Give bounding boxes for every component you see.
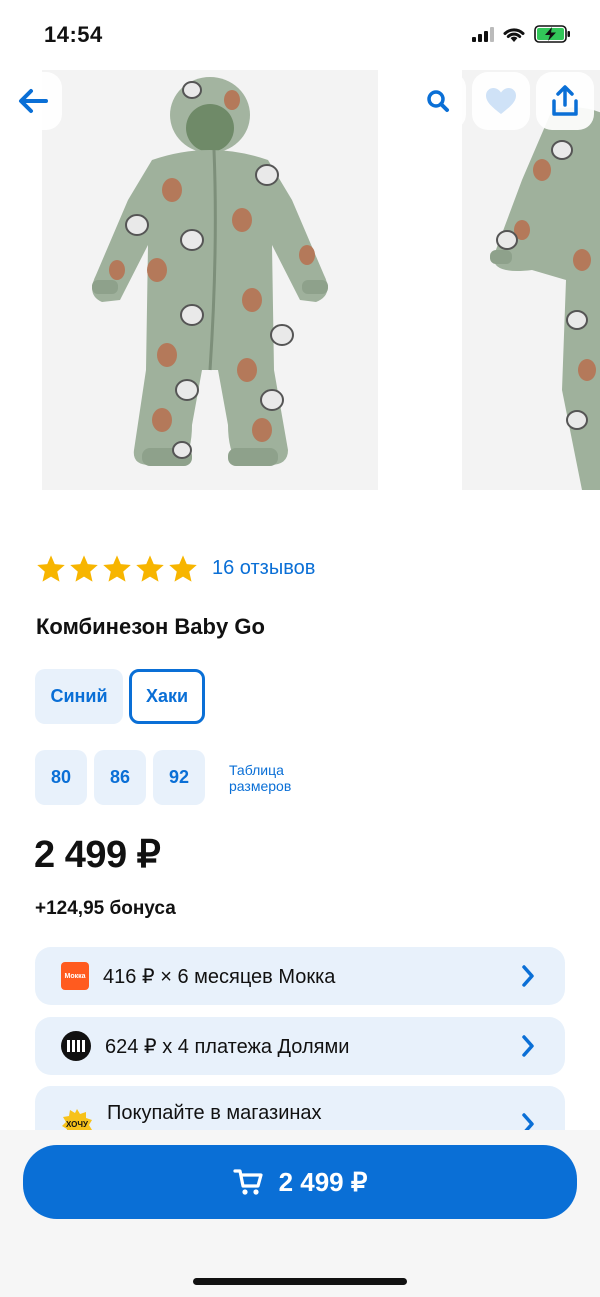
product-price: 2 499 ₽	[34, 834, 161, 876]
wifi-icon	[503, 28, 525, 42]
size-table-link[interactable]: Таблица размеров	[229, 762, 319, 794]
size-option-86[interactable]: 86	[94, 750, 146, 805]
color-option-blue[interactable]: Синий	[35, 669, 123, 724]
reviews-link[interactable]: 16 отзывов	[212, 557, 315, 580]
product-gallery[interactable]	[0, 70, 600, 490]
add-to-cart-price: 2 499 ₽	[278, 1166, 368, 1197]
product-photo-main[interactable]	[42, 70, 378, 490]
product-rating[interactable]: 16 отзывов	[36, 554, 315, 583]
mokka-logo: Мокка	[61, 962, 89, 990]
product-title: Комбинезон Baby Go	[36, 614, 265, 639]
share-icon	[552, 85, 578, 116]
cellular-signal-icon	[472, 26, 494, 42]
dolyami-logo	[61, 1031, 91, 1061]
product-photo-second[interactable]	[462, 70, 600, 490]
chevron-right-icon	[522, 1035, 534, 1057]
search-icon	[427, 90, 449, 112]
home-indicator	[193, 1278, 407, 1285]
star-icon	[169, 555, 197, 582]
heart-icon	[486, 88, 516, 114]
cart-icon	[232, 1169, 263, 1195]
size-option-92[interactable]: 92	[153, 750, 205, 805]
size-selector: 80 86 92 Таблица размеров	[35, 750, 319, 805]
favorite-button[interactable]	[472, 72, 530, 130]
jumpsuit-image-back	[462, 70, 600, 490]
color-option-khaki[interactable]: Хаки	[129, 669, 206, 724]
mokka-installment-row[interactable]: Мокка 416 ₽ × 6 месяцев Мокка	[35, 947, 565, 1005]
shop-badge-text: ХОЧУ	[66, 1120, 89, 1129]
size-option-80[interactable]: 80	[35, 750, 87, 805]
star-icon	[103, 555, 131, 582]
star-icon	[37, 555, 65, 582]
arrow-left-icon	[19, 89, 48, 113]
buy-in-stores-text: Покупайте в магазинах	[107, 1102, 322, 1124]
jumpsuit-image	[42, 70, 378, 490]
share-button[interactable]	[536, 72, 594, 130]
dolyami-installment-row[interactable]: 624 ₽ х 4 платежа Долями	[35, 1017, 565, 1075]
battery-charging-icon	[534, 25, 570, 43]
bonus-text: +124,95 бонуса	[35, 898, 176, 919]
status-bar: 14:54	[0, 0, 600, 70]
dolyami-installment-text: 624 ₽ х 4 платежа Долями	[105, 1035, 350, 1058]
back-button[interactable]	[4, 72, 62, 130]
mokka-installment-text: 416 ₽ × 6 месяцев Мокка	[103, 965, 336, 988]
search-button[interactable]	[410, 72, 466, 130]
add-to-cart-button[interactable]: 2 499 ₽	[23, 1145, 577, 1219]
star-icon	[136, 555, 164, 582]
status-time: 14:54	[44, 22, 103, 47]
chevron-right-icon	[522, 965, 534, 987]
star-icon	[70, 555, 98, 582]
status-icons	[472, 24, 572, 44]
rating-stars	[36, 554, 198, 583]
color-selector: Синий Хаки	[35, 669, 206, 724]
